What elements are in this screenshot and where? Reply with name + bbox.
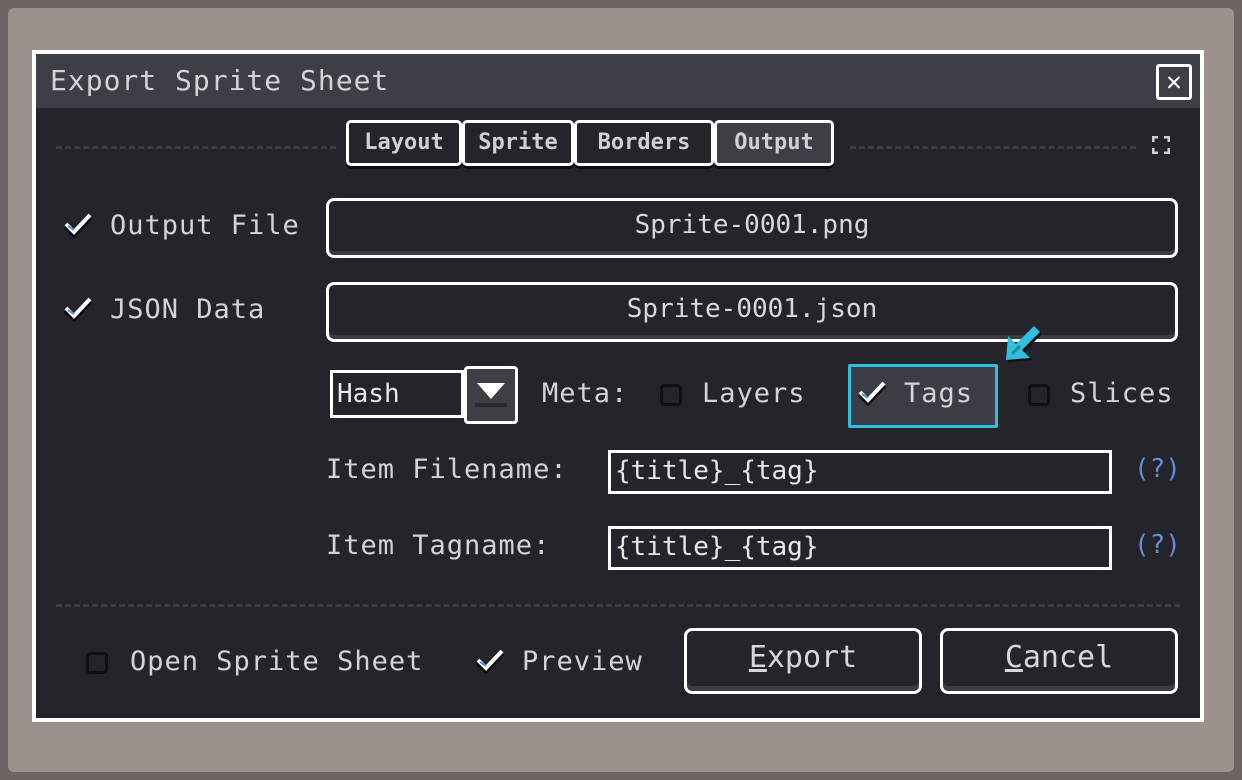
cancel-button[interactable]: Cancel (940, 628, 1178, 694)
tab-output[interactable]: Output (714, 120, 834, 166)
dialog-body: Export Sprite Sheet ✕ Layout Sprite Bord… (36, 54, 1200, 718)
tags-checkbox[interactable] (857, 380, 887, 407)
export-label: xport (766, 640, 858, 675)
json-format-value[interactable]: Hash (330, 370, 464, 418)
open-sprite-sheet-label: Open Sprite Sheet (130, 646, 424, 677)
preview-label: Preview (522, 646, 643, 677)
preview-checkbox[interactable] (475, 648, 505, 675)
slices-label: Slices (1070, 378, 1174, 409)
chevron-down-icon (477, 383, 505, 399)
tab-layout[interactable]: Layout (346, 120, 462, 166)
output-file-checkbox[interactable] (63, 212, 93, 239)
close-button[interactable]: ✕ (1156, 64, 1192, 100)
export-sprite-sheet-dialog: Export Sprite Sheet ✕ Layout Sprite Bord… (32, 50, 1204, 722)
json-data-file-button[interactable]: Sprite-0001.json (326, 282, 1178, 342)
tags-label: Tags (904, 378, 974, 409)
item-tagname-help-link[interactable]: (?) (1134, 530, 1181, 560)
layers-label: Layers (702, 378, 806, 409)
footer-divider (56, 604, 1180, 607)
json-data-label: JSON Data (110, 294, 266, 325)
tab-row-divider-right (850, 146, 1136, 149)
dialog-titlebar[interactable]: Export Sprite Sheet ✕ (36, 54, 1200, 108)
item-tagname-input[interactable]: {title}_{tag} (608, 526, 1112, 570)
expand-icon[interactable] (1151, 135, 1171, 155)
tab-sprite[interactable]: Sprite (462, 120, 574, 166)
cancel-mnemonic: C (1004, 640, 1023, 675)
output-file-button[interactable]: Sprite-0001.png (326, 198, 1178, 258)
check-icon (475, 649, 505, 675)
item-tagname-label: Item Tagname: (326, 530, 551, 561)
json-format-dropdown-button[interactable] (464, 366, 518, 424)
json-format-select[interactable]: Hash (330, 366, 518, 424)
check-icon (63, 213, 93, 239)
check-icon (857, 381, 887, 407)
meta-label: Meta: (542, 378, 629, 409)
dialog-title: Export Sprite Sheet (50, 64, 390, 97)
check-icon (63, 297, 93, 323)
item-filename-label: Item Filename: (326, 454, 568, 485)
export-mnemonic: E (748, 640, 767, 675)
tab-borders[interactable]: Borders (574, 120, 714, 166)
item-filename-input[interactable]: {title}_{tag} (608, 450, 1112, 494)
layers-checkbox[interactable] (660, 384, 682, 406)
tab-row-divider-left (56, 146, 336, 149)
item-filename-help-link[interactable]: (?) (1134, 454, 1181, 484)
close-icon: ✕ (1166, 67, 1182, 97)
pointer-arrow-icon (1000, 320, 1048, 368)
json-data-checkbox[interactable] (63, 296, 93, 323)
slices-checkbox[interactable] (1028, 384, 1050, 406)
output-file-label: Output File (110, 210, 300, 241)
export-button[interactable]: Export (684, 628, 922, 694)
cancel-label: ancel (1022, 640, 1114, 675)
open-sprite-sheet-checkbox[interactable] (86, 652, 108, 674)
